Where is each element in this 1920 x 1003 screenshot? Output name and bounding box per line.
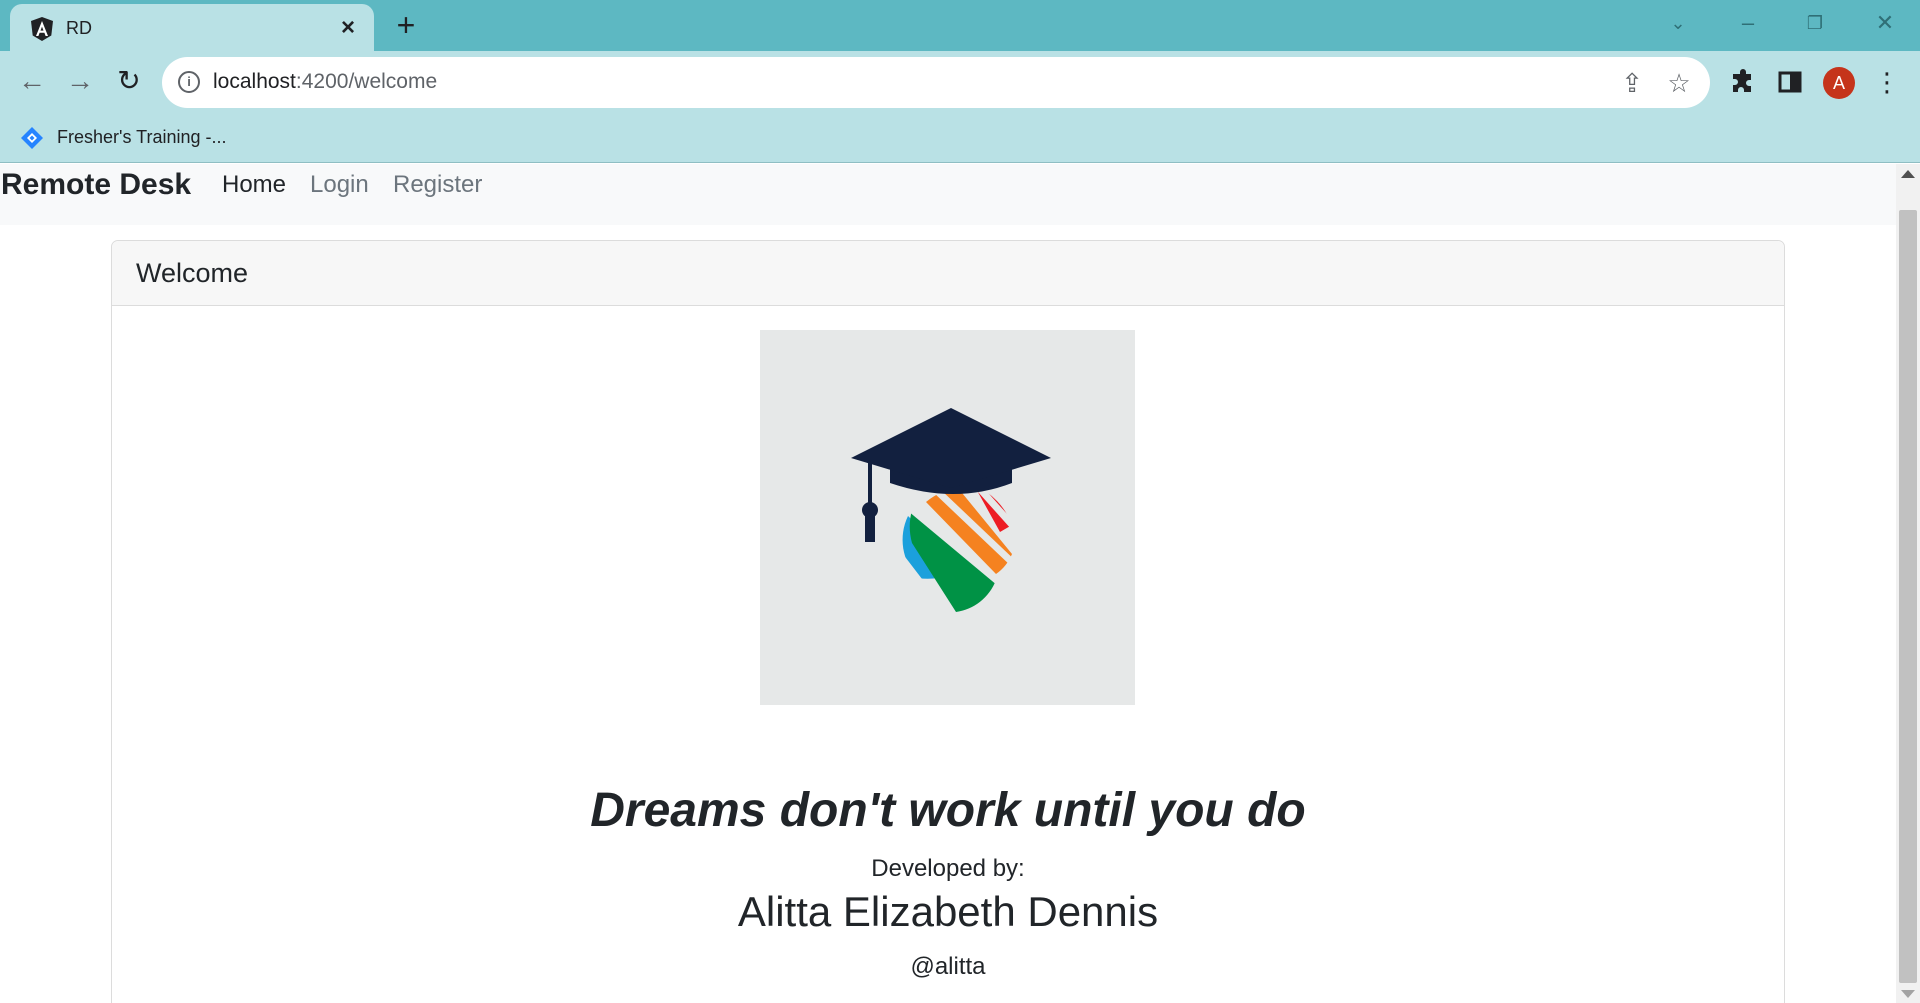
- nav-link-register[interactable]: Register: [393, 171, 482, 199]
- tab-close-icon[interactable]: ×: [334, 14, 362, 42]
- logo-graphic: [851, 408, 1051, 619]
- share-icon[interactable]: ⇪: [1615, 66, 1649, 100]
- scroll-thumb[interactable]: [1899, 210, 1917, 983]
- restore-icon[interactable]: ❐: [1795, 6, 1835, 40]
- forward-icon[interactable]: →: [62, 63, 98, 99]
- bookmarks-bar: Fresher's Training -...: [0, 114, 1920, 163]
- jira-diamond-icon: [21, 127, 43, 149]
- profile-avatar[interactable]: A: [1823, 67, 1855, 99]
- navbar-brand[interactable]: Remote Desk: [1, 168, 191, 202]
- page-scrollbar[interactable]: [1896, 164, 1920, 1003]
- tab-title: RD: [66, 18, 92, 38]
- scroll-down-arrow-icon[interactable]: [1901, 990, 1915, 998]
- card-header: Welcome: [112, 241, 1784, 306]
- bookmark-star-icon[interactable]: ☆: [1662, 66, 1696, 100]
- back-icon[interactable]: ←: [14, 63, 50, 99]
- new-tab-icon[interactable]: +: [390, 9, 422, 42]
- tab-search-icon[interactable]: ⌄: [1658, 6, 1698, 40]
- graduation-cap-globe-logo: [760, 330, 1135, 705]
- close-window-icon[interactable]: ✕: [1865, 6, 1905, 40]
- developed-by-label: Developed by:: [871, 855, 1025, 882]
- scroll-up-arrow-icon[interactable]: [1901, 170, 1915, 178]
- browser-toolbar: ← → ↻ i localhost:4200/welcome ⇪ ☆ A ⋮: [0, 51, 1920, 114]
- extensions-icon[interactable]: [1730, 69, 1756, 95]
- nav-link-login[interactable]: Login: [310, 171, 369, 199]
- nav-link-home[interactable]: Home: [222, 171, 286, 199]
- side-panel-icon[interactable]: [1778, 70, 1802, 94]
- navbar: Remote Desk Home Login Register: [0, 164, 1896, 225]
- motivational-quote: Dreams don't work until you do: [590, 784, 1306, 837]
- developer-handle: @alitta: [910, 953, 986, 980]
- developer-name: Alitta Elizabeth Dennis: [737, 888, 1159, 935]
- address-bar[interactable]: i localhost:4200/welcome ⇪ ☆: [162, 57, 1710, 108]
- card-title: Welcome: [136, 258, 249, 288]
- angular-icon: [31, 17, 53, 41]
- browser-tab[interactable]: RD ×: [10, 4, 374, 51]
- menu-kebab-icon[interactable]: ⋮: [1870, 65, 1904, 99]
- tab-strip: RD × + ⌄ – ❐ ✕: [0, 0, 1920, 51]
- bookmark-item[interactable]: Fresher's Training -...: [57, 127, 227, 148]
- reload-icon[interactable]: ↻: [111, 63, 147, 99]
- site-info-icon[interactable]: i: [178, 71, 200, 93]
- url-text[interactable]: localhost:4200/welcome: [213, 70, 437, 94]
- minimize-icon[interactable]: –: [1728, 6, 1768, 40]
